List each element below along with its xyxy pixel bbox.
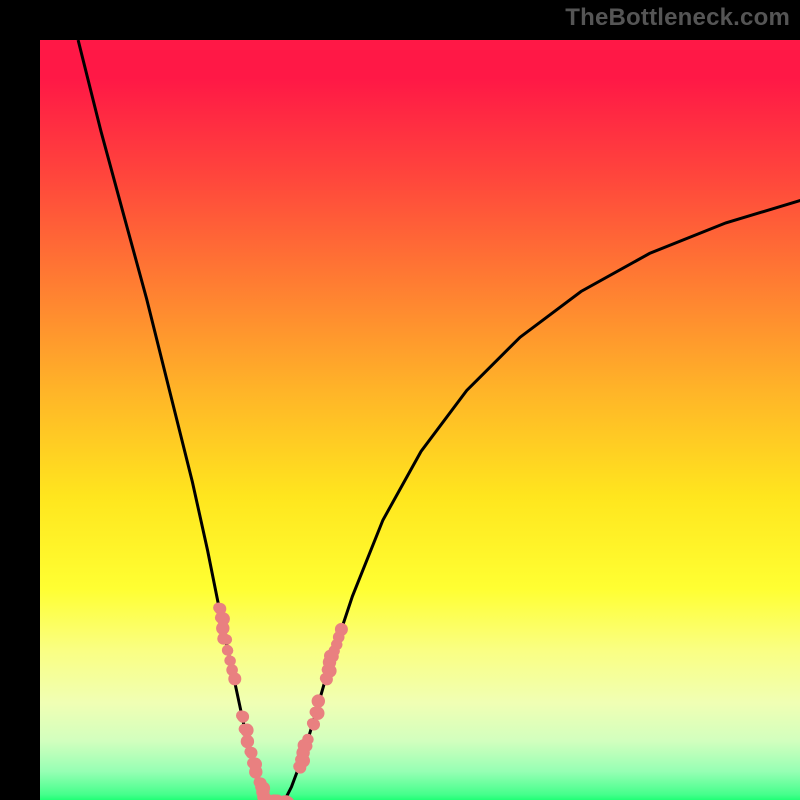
- chart-root: TheBottleneck.com: [0, 0, 800, 800]
- watermark-label: TheBottleneck.com: [565, 4, 790, 32]
- frame-left: [0, 0, 40, 800]
- gradient-plot-area: [40, 40, 800, 800]
